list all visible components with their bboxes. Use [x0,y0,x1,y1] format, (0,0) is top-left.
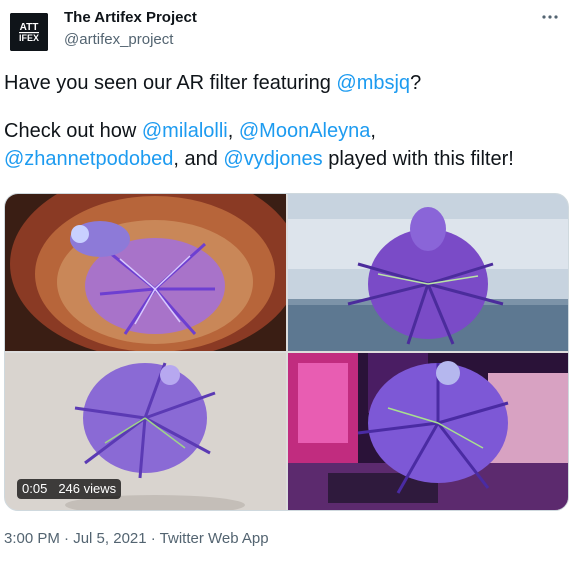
casino-scene-image [288,353,568,510]
text-segment: played with this filter! [322,148,514,170]
tweet-date[interactable]: Jul 5, 2021 [73,530,146,547]
video-frame-top-left [5,194,286,351]
text-segment: Have you seen our AR filter featuring [4,72,337,94]
tweet-meta: 3:00 PM · Jul 5, 2021 · Twitter Web App [4,529,269,549]
text-segment: Check out how [4,120,142,142]
video-frame-top-right [288,194,568,351]
more-options-button[interactable] [539,8,561,26]
text-segment: , [370,120,376,142]
tweet-time[interactable]: 3:00 PM [4,530,60,547]
mention-mbsjq[interactable]: @mbsjq [336,72,410,94]
mention-moonaleyna[interactable]: @MoonAleyna [239,120,370,142]
tweet-text-line-1: Have you seen our AR filter featuring @m… [4,69,570,97]
video-stats-badge: 0:05 246 views [17,479,122,499]
mention-vydjones[interactable]: @vydjones [223,148,322,170]
text-segment: ? [410,72,422,94]
meta-separator: · [146,530,160,547]
tweet-text-line-2: Check out how @milalolli, @MoonAleyna, @z… [4,117,570,173]
ellipsis-icon [542,15,558,19]
video-duration: 0:05 [22,481,48,496]
meta-separator: · [59,530,74,547]
video-player[interactable]: 0:05 246 views [4,193,569,511]
video-frame-bottom-right [288,353,568,510]
tweet-source[interactable]: Twitter Web App [160,530,269,547]
display-name[interactable]: The Artifex Project [64,8,197,28]
badge-divider [52,479,53,499]
avatar-text-bottom: IFEX [19,33,39,43]
mention-milalolli[interactable]: @milalolli [142,120,228,142]
cocktail-scene-image [5,194,286,351]
video-view-count: 246 views [58,481,117,496]
text-segment: , and [173,148,224,170]
mention-zhannetpodobed[interactable]: @zhannetpodobed [4,148,173,170]
artifex-logo-icon: ATT IFEX [10,13,48,51]
user-handle[interactable]: @artifex_project [64,30,197,50]
text-segment: , [227,120,239,142]
tweet-text: Have you seen our AR filter featuring @m… [4,69,570,173]
ocean-scene-image [288,194,568,351]
author-names: The Artifex Project @artifex_project [64,8,197,50]
avatar-text-top: ATT [20,22,39,33]
tweet: ATT IFEX The Artifex Project @artifex_pr… [0,0,573,566]
avatar[interactable]: ATT IFEX [10,13,48,51]
